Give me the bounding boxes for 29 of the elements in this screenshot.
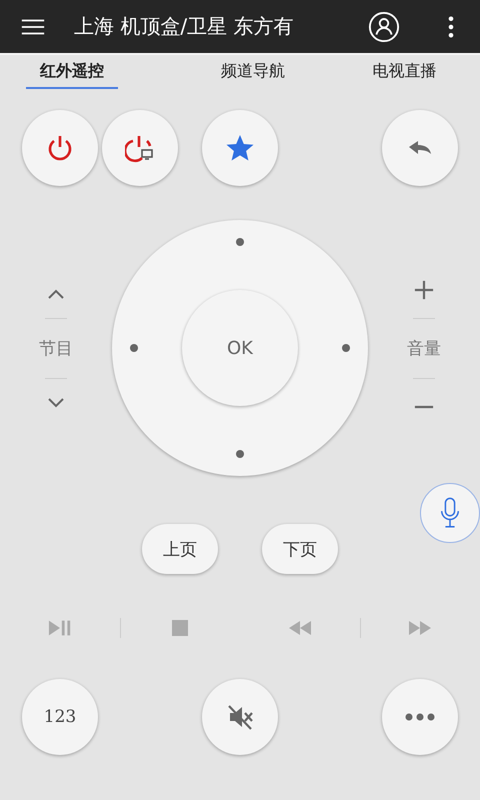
microphone-icon xyxy=(439,496,461,530)
up-dot-icon xyxy=(236,238,244,246)
star-icon xyxy=(225,133,255,163)
tab[interactable]: 电视直播 xyxy=(358,55,450,89)
volume-label: 音量 xyxy=(407,338,441,360)
channel-label: 节目 xyxy=(39,338,73,360)
tv-power-button[interactable] xyxy=(102,110,178,186)
number-pad-button[interactable]: 123 xyxy=(22,679,98,755)
header-title: 上海 机顶盒/卫星 东方有 xyxy=(74,13,294,40)
more-dots-icon xyxy=(405,713,435,721)
mute-button[interactable] xyxy=(202,679,278,755)
right-dot-icon xyxy=(342,344,350,352)
chevron-up-icon[interactable] xyxy=(47,288,65,300)
plus-icon[interactable] xyxy=(414,280,434,300)
user-icon[interactable] xyxy=(368,10,400,42)
direction-pad[interactable]: OK xyxy=(112,220,368,476)
page-button[interactable]: 上页 xyxy=(142,524,218,574)
tab[interactable]: 频道导航 xyxy=(206,55,299,89)
more-icon[interactable] xyxy=(448,16,454,38)
down-dot-icon xyxy=(236,450,244,458)
page-button[interactable]: 下页 xyxy=(262,524,338,574)
chevron-down-icon[interactable] xyxy=(47,396,65,408)
tab[interactable]: 红外遥控 xyxy=(26,55,118,89)
ok-button[interactable]: OK xyxy=(182,290,298,406)
menu-icon[interactable] xyxy=(20,16,46,36)
favorite-button[interactable] xyxy=(202,110,278,186)
power-button[interactable] xyxy=(22,110,98,186)
tv-power-icon xyxy=(125,133,155,163)
left-dot-icon xyxy=(130,344,138,352)
